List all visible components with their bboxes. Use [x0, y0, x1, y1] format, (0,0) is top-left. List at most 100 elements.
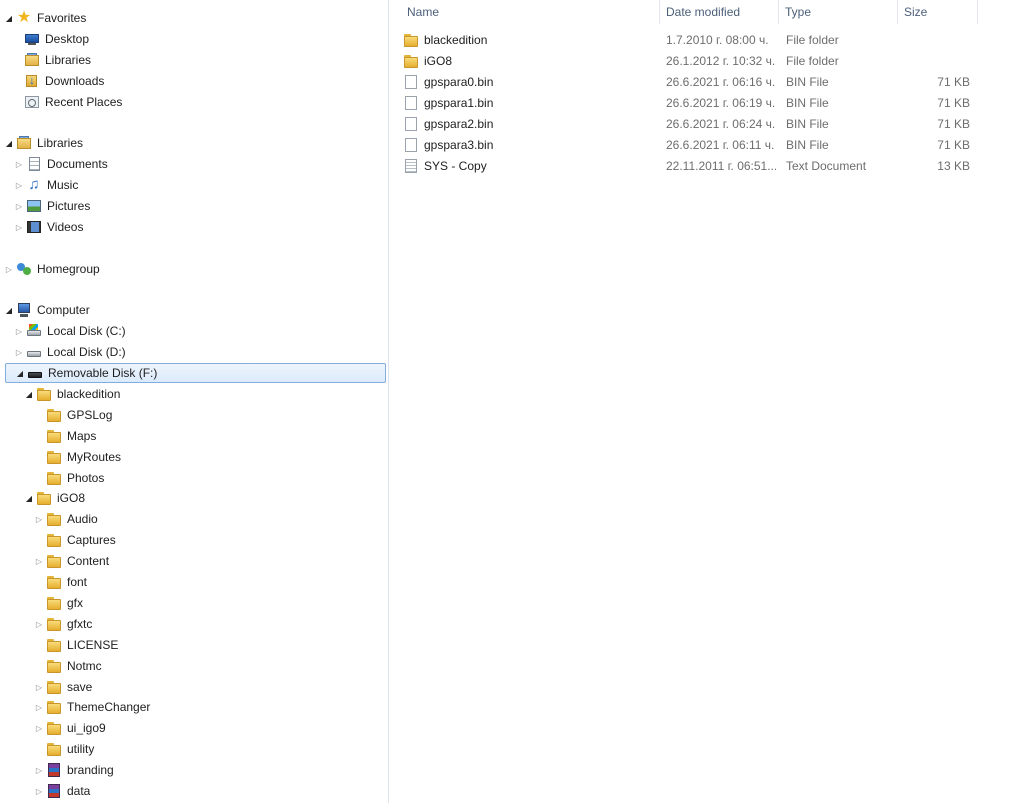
nav-label: save [67, 680, 93, 694]
nav-label: Notmc [67, 659, 102, 673]
file-size [900, 30, 970, 50]
collapse-arrow-icon[interactable]: ▷ [14, 223, 24, 232]
collapse-arrow-icon[interactable]: ▷ [34, 703, 44, 712]
nav-homegroup[interactable]: ▷ Homegroup [4, 259, 100, 279]
nav-drive-c[interactable]: ▷ Local Disk (C:) [14, 321, 126, 341]
nav-drive-f[interactable]: ◢ Removable Disk (F:) [5, 363, 386, 383]
file-name: blackedition [424, 33, 488, 47]
column-header-size[interactable]: Size [898, 0, 978, 24]
folder-icon [46, 741, 62, 757]
expand-arrow-icon[interactable]: ◢ [24, 494, 34, 503]
nav-label: Favorites [37, 11, 87, 25]
collapse-arrow-icon[interactable]: ▷ [34, 683, 44, 692]
nav-folder-maps[interactable]: Maps [46, 426, 96, 446]
file-name: iGO8 [424, 54, 453, 68]
nav-favorites[interactable]: ◢ ★ Favorites [4, 8, 86, 28]
nav-computer[interactable]: ◢ Computer [4, 300, 90, 320]
collapse-arrow-icon[interactable]: ▷ [14, 202, 24, 211]
nav-item-recent-places[interactable]: Recent Places [24, 92, 122, 112]
nav-folder-content[interactable]: ▷ Content [34, 551, 109, 571]
nav-label: iGO8 [57, 491, 86, 505]
column-header-name[interactable]: Name [401, 0, 660, 24]
file-size: 71 KB [937, 117, 970, 131]
column-header-type[interactable]: Type [779, 0, 898, 24]
file-row-gpspara2[interactable]: gpspara2.bin 26.6.2021 г. 06:24 ч. BIN F… [403, 114, 983, 134]
file-row-blackedition[interactable]: blackedition 1.7.2010 г. 08:00 ч. File f… [403, 30, 983, 50]
nav-item-documents[interactable]: ▷ Documents [14, 154, 108, 174]
file-row-igo8[interactable]: iGO8 26.1.2012 г. 10:32 ч. File folder [403, 51, 983, 71]
nav-archive-branding[interactable]: ▷ branding [34, 760, 114, 780]
collapse-arrow-icon[interactable]: ▷ [34, 766, 44, 775]
expand-arrow-icon[interactable]: ◢ [15, 369, 25, 378]
homegroup-icon [16, 261, 32, 277]
nav-item-videos[interactable]: ▷ Videos [14, 217, 84, 237]
file-name: SYS - Copy [424, 159, 487, 173]
file-row-gpspara3[interactable]: gpspara3.bin 26.6.2021 г. 06:11 ч. BIN F… [403, 135, 983, 155]
nav-libraries[interactable]: ◢ Libraries [4, 133, 83, 153]
nav-folder-gfx[interactable]: gfx [46, 593, 83, 613]
folder-icon [46, 658, 62, 674]
expand-arrow-icon[interactable]: ◢ [4, 139, 14, 148]
nav-label: Recent Places [45, 95, 123, 109]
nav-drive-d[interactable]: ▷ Local Disk (D:) [14, 342, 126, 362]
nav-item-libraries-favorite[interactable]: Libraries [24, 50, 91, 70]
removable-drive-icon [27, 365, 43, 381]
collapse-arrow-icon[interactable]: ▷ [14, 327, 24, 336]
collapse-arrow-icon[interactable]: ▷ [34, 620, 44, 629]
file-date: 1.7.2010 г. 08:00 ч. [666, 33, 769, 47]
navigation-pane[interactable]: ◢ ★ Favorites Desktop Libraries Download… [0, 0, 388, 803]
folder-icon [403, 53, 419, 69]
collapse-arrow-icon[interactable]: ▷ [4, 265, 14, 274]
nav-folder-utility[interactable]: utility [46, 739, 94, 759]
nav-item-music[interactable]: ▷ ♫ Music [14, 175, 78, 195]
nav-folder-gfxtc[interactable]: ▷ gfxtc [34, 614, 92, 634]
collapse-arrow-icon[interactable]: ▷ [34, 557, 44, 566]
collapse-arrow-icon[interactable]: ▷ [34, 787, 44, 796]
expand-arrow-icon[interactable]: ◢ [24, 390, 34, 399]
file-list-pane[interactable]: ⌃ Name Date modified Type Size blackedit… [389, 0, 1024, 803]
file-name: gpspara2.bin [424, 117, 494, 131]
nav-item-pictures[interactable]: ▷ Pictures [14, 196, 90, 216]
file-row-gpspara0[interactable]: gpspara0.bin 26.6.2021 г. 06:16 ч. BIN F… [403, 72, 983, 92]
nav-folder-themechanger[interactable]: ▷ ThemeChanger [34, 697, 150, 717]
nav-item-desktop[interactable]: Desktop [24, 29, 89, 49]
nav-label: Documents [47, 157, 108, 171]
nav-folder-photos[interactable]: Photos [46, 468, 104, 488]
nav-folder-blackedition[interactable]: ◢ blackedition [24, 384, 120, 404]
nav-folder-notmc[interactable]: Notmc [46, 656, 102, 676]
file-row-sys-copy[interactable]: SYS - Copy 22.11.2011 г. 06:51... Text D… [403, 156, 983, 176]
collapse-arrow-icon[interactable]: ▷ [14, 160, 24, 169]
nav-label: Videos [47, 220, 84, 234]
file-icon [403, 95, 419, 111]
nav-archive-data[interactable]: ▷ data [34, 781, 90, 801]
nav-folder-license[interactable]: LICENSE [46, 635, 118, 655]
nav-label: gfx [67, 596, 84, 610]
column-header-date-modified[interactable]: Date modified [660, 0, 779, 24]
collapse-arrow-icon[interactable]: ▷ [34, 515, 44, 524]
downloads-icon [24, 73, 40, 89]
nav-folder-audio[interactable]: ▷ Audio [34, 509, 98, 529]
collapse-arrow-icon[interactable]: ▷ [14, 181, 24, 190]
explorer-window: ◢ ★ Favorites Desktop Libraries Download… [0, 0, 1024, 803]
file-type: File folder [786, 54, 839, 68]
nav-folder-igo8[interactable]: ◢ iGO8 [24, 488, 85, 508]
nav-folder-ui-igo9[interactable]: ▷ ui_igo9 [34, 718, 106, 738]
file-row-gpspara1[interactable]: gpspara1.bin 26.6.2021 г. 06:19 ч. BIN F… [403, 93, 983, 113]
nav-folder-save[interactable]: ▷ save [34, 677, 92, 697]
folder-icon [36, 386, 52, 402]
expand-arrow-icon[interactable]: ◢ [4, 14, 14, 23]
nav-folder-font[interactable]: font [46, 572, 87, 592]
nav-folder-myroutes[interactable]: MyRoutes [46, 447, 121, 467]
nav-item-downloads[interactable]: Downloads [24, 71, 104, 91]
nav-label: font [67, 575, 88, 589]
nav-label: ui_igo9 [67, 721, 106, 735]
nav-label: MyRoutes [67, 450, 122, 464]
nav-folder-gpslog[interactable]: GPSLog [46, 405, 112, 425]
star-icon: ★ [16, 9, 32, 26]
collapse-arrow-icon[interactable]: ▷ [14, 348, 24, 357]
folder-icon [46, 470, 62, 486]
nav-folder-captures[interactable]: Captures [46, 530, 116, 550]
expand-arrow-icon[interactable]: ◢ [4, 306, 14, 315]
collapse-arrow-icon[interactable]: ▷ [34, 724, 44, 733]
nav-label: Music [47, 178, 79, 192]
